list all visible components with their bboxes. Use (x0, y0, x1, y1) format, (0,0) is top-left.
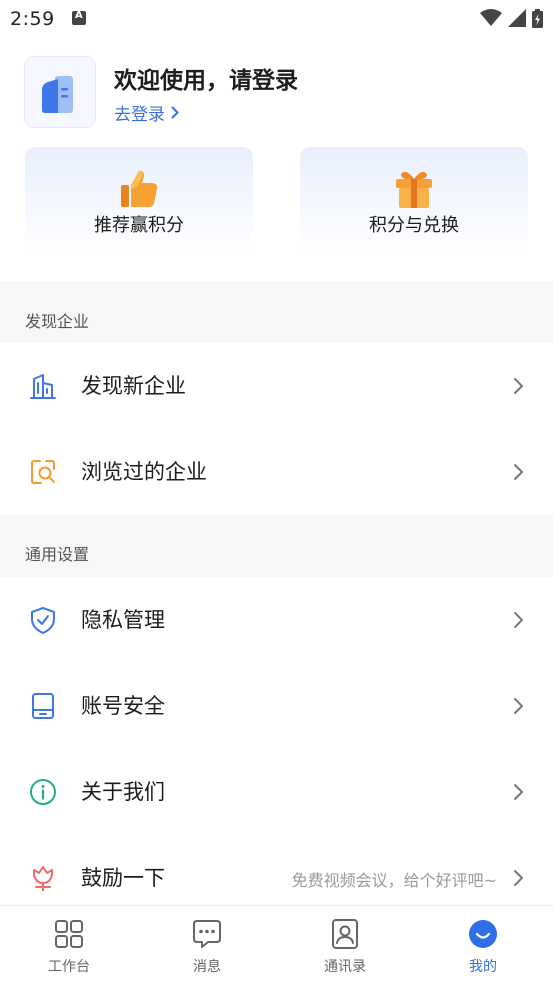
section-header-settings: 通用设置 (0, 515, 553, 577)
tab-workbench[interactable]: 工作台 (0, 906, 138, 983)
tab-messages[interactable]: 消息 (138, 906, 276, 983)
grid-icon (55, 920, 83, 948)
section-title: 发现企业 (25, 312, 90, 331)
smile-icon (469, 920, 497, 948)
menu-item-label: 鼓励一下 (81, 866, 165, 890)
menu-item-label: 发现新企业 (81, 374, 186, 398)
chevron-right-icon (514, 784, 523, 800)
flower-icon (33, 866, 53, 891)
login-link[interactable]: 去登录 (114, 100, 179, 125)
menu-item-browsed[interactable]: 浏览过的企业 (0, 429, 553, 515)
gift-icon (396, 171, 432, 208)
chat-icon (193, 920, 221, 948)
points-exchange-card[interactable]: 积分与兑换 (300, 147, 528, 253)
chevron-right-icon (514, 698, 523, 714)
thumbs-up-icon (121, 170, 158, 207)
points-exchange-label: 积分与兑换 (369, 215, 459, 236)
status-icons (480, 8, 543, 28)
menu-item-label: 账号安全 (81, 694, 165, 718)
wifi-icon (480, 9, 502, 26)
menu-item-label: 浏览过的企业 (81, 460, 207, 484)
recommend-points-card[interactable]: 推荐赢积分 (25, 147, 253, 253)
menu-item-encourage[interactable]: 鼓励一下 免费视频会议，给个好评吧~ (0, 835, 553, 905)
avatar[interactable] (24, 56, 96, 128)
tab-label: 工作台 (48, 959, 90, 975)
tab-label: 消息 (193, 959, 221, 975)
tab-label: 通讯录 (324, 959, 366, 975)
signal-icon (508, 9, 526, 27)
building-logo-icon (42, 76, 73, 113)
welcome-title: 欢迎使用，请登录 (114, 68, 298, 94)
chevron-right-icon (514, 612, 523, 628)
battery-charging-icon (532, 8, 543, 28)
menu-item-label: 隐私管理 (81, 608, 165, 632)
menu-item-hint: 免费视频会议，给个好评吧~ (291, 871, 497, 890)
status-time: 2:59 (10, 8, 55, 30)
login-link-label: 去登录 (114, 105, 165, 125)
recommend-points-label: 推荐赢积分 (94, 215, 184, 236)
profile-header: 欢迎使用，请登录 去登录 (24, 56, 524, 128)
menu-item-account-security[interactable]: 账号安全 (0, 663, 553, 749)
status-bar: 2:59 (0, 0, 553, 38)
tab-contacts[interactable]: 通讯录 (276, 906, 414, 983)
menu-item-label: 关于我们 (81, 780, 165, 804)
tab-label: 我的 (469, 959, 497, 975)
chevron-right-icon (171, 106, 179, 119)
shield-check-icon (31, 607, 55, 634)
section-title: 通用设置 (25, 545, 90, 564)
menu-item-discover-new[interactable]: 发现新企业 (0, 343, 553, 429)
a-notification-icon (72, 10, 86, 25)
menu-item-privacy[interactable]: 隐私管理 (0, 577, 553, 663)
tab-mine[interactable]: 我的 (414, 906, 552, 983)
chevron-right-icon (514, 378, 523, 394)
info-icon (30, 779, 56, 805)
phone-icon (32, 693, 54, 719)
section-header-discover: 发现企业 (0, 281, 553, 343)
contacts-icon (332, 919, 358, 949)
menu-item-about-us[interactable]: 关于我们 (0, 749, 553, 835)
chevron-right-icon (514, 464, 523, 480)
bottom-tab-bar: 工作台 消息 通讯录 我的 (0, 905, 553, 983)
search-folder-icon (31, 460, 55, 484)
building-icon (30, 374, 56, 399)
chevron-right-icon (514, 870, 523, 886)
